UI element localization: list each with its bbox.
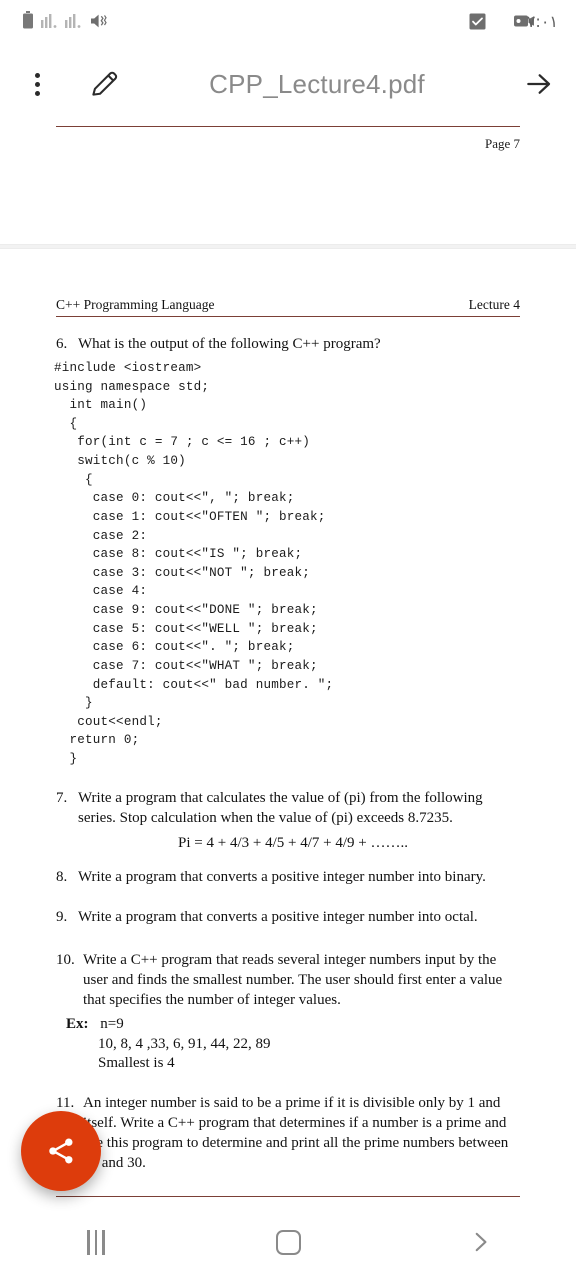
mute-speaker-icon [91,14,107,28]
example-label: Ex: [66,1016,89,1033]
app-toolbar: CPP_Lecture4.pdf [0,42,576,126]
forward-button[interactable] [508,56,570,112]
recents-icon [87,1229,105,1255]
example-values: 10, 8, 4 ,33, 6, 91, 44, 22, 89 [98,1035,271,1052]
chevron-right-icon [475,1232,487,1252]
question-text: An integer number is said to be a prime … [83,1094,509,1171]
question-item: 8. Write a program that converts a posit… [56,868,520,888]
page-number: Page 8 [56,1197,520,1205]
signal-bars-icon [65,14,81,28]
example-n: n=9 [100,1016,124,1033]
recents-button[interactable] [0,1204,192,1280]
battery-icon [23,11,33,29]
question-number: 6. [56,336,68,352]
android-navigation-bar [0,1204,576,1280]
phone-screen: ٧:٠١ CPP_Lecture4.pdf Page 7 C++ Program… [0,0,576,1280]
question-number: 8. [56,868,68,885]
previous-page-number: Page 7 [484,136,520,151]
share-icon [49,1138,73,1164]
question-text: Write a C++ program that reads several i… [83,952,503,1009]
overflow-menu-icon [34,90,40,96]
status-time: ٧:٠١ [526,11,558,31]
pencil-icon [92,71,118,96]
page-header: C++ Programming Language Lecture 4 [56,297,520,316]
page-header-left: C++ Programming Language [56,297,215,312]
question-item: 7. Write a program that calculates the v… [56,789,520,829]
video-camera-group: ٧:٠١ [513,11,558,31]
pdf-viewer[interactable]: Page 7 C++ Programming Language Lecture … [0,126,576,1204]
page-header-rule [56,316,520,317]
home-button[interactable] [192,1204,384,1280]
code-block: #include <iostream> using namespace std;… [54,360,334,767]
document-title: CPP_Lecture4.pdf [209,68,425,99]
question-item: 11. An integer number is said to be a pr… [56,1094,520,1174]
status-bar: ٧:٠١ [0,0,576,42]
status-bar-left-icons [22,11,109,31]
question-number: 9. [56,908,68,925]
overflow-menu-icon [34,81,40,87]
question-item: 6. What is the output of the following C… [56,335,520,355]
edit-button[interactable] [76,56,132,112]
example-result: Smallest is 4 [98,1055,175,1072]
example-header: Ex: n=9 [56,1015,520,1035]
question-text: Write a program that converts a positive… [78,868,486,885]
overflow-menu-button[interactable] [10,57,64,111]
pdf-page-current: C++ Programming Language Lecture 4 6. Wh… [0,249,576,1204]
home-icon [275,1229,301,1255]
checkbox-checked-icon [469,13,486,29]
back-button[interactable] [384,1204,576,1280]
signal-bars-icon [41,14,57,28]
question-text: Write a program that converts a positive… [78,908,478,925]
pi-series-formula: Pi = 4 + 4/3 + 4/5 + 4/7 + 4/9 + …….. [178,834,408,851]
page-header-right: Lecture 4 [468,297,520,312]
question-number: 10. [56,952,75,969]
question-item: 9. Write a program that converts a posit… [56,908,520,928]
share-fab-button[interactable] [21,1111,101,1191]
question-item: 10. Write a C++ program that reads sever… [56,951,520,1011]
question-text: Write a program that calculates the valu… [78,789,483,826]
question-text: What is the output of the following C++ … [78,336,381,352]
pdf-page-previous: Page 7 [0,126,576,244]
overflow-menu-icon [34,72,40,78]
question-number: 7. [56,789,68,806]
status-bar-right-icons: ٧:٠١ [469,12,558,31]
arrow-right-icon [527,74,551,94]
